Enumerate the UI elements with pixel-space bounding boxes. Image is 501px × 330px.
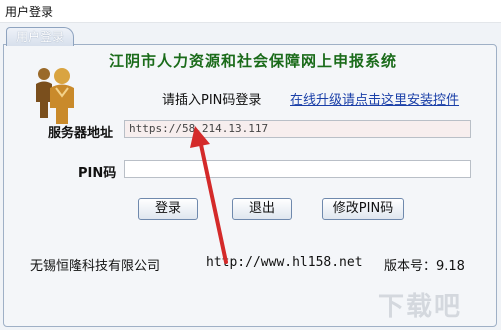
login-button[interactable]: 登录: [138, 198, 198, 220]
pin-prompt: 请插入PIN码登录: [162, 93, 262, 108]
company-url: http://www.hl158.net: [206, 255, 363, 270]
change-pin-button[interactable]: 修改PIN码: [322, 198, 404, 220]
pin-input[interactable]: [124, 160, 471, 178]
install-control-link[interactable]: 在线升级请点击这里安装控件: [290, 89, 459, 108]
window-titlebar: 用户登录: [0, 0, 501, 23]
window-title: 用户登录: [5, 5, 54, 19]
server-address-input[interactable]: https://58.214.13.117: [124, 120, 471, 138]
users-icon: [36, 68, 74, 124]
system-title: 江阴市人力资源和社会保障网上申报系统: [109, 52, 398, 70]
pin-label: PIN码: [78, 166, 117, 181]
server-address-label: 服务器地址: [48, 126, 114, 141]
version-label: 版本号：9.18: [384, 259, 465, 274]
exit-button[interactable]: 退出: [232, 198, 292, 220]
company-name: 无锡恒隆科技有限公司: [30, 259, 161, 274]
tab-user-login[interactable]: 用户登录: [6, 27, 74, 46]
